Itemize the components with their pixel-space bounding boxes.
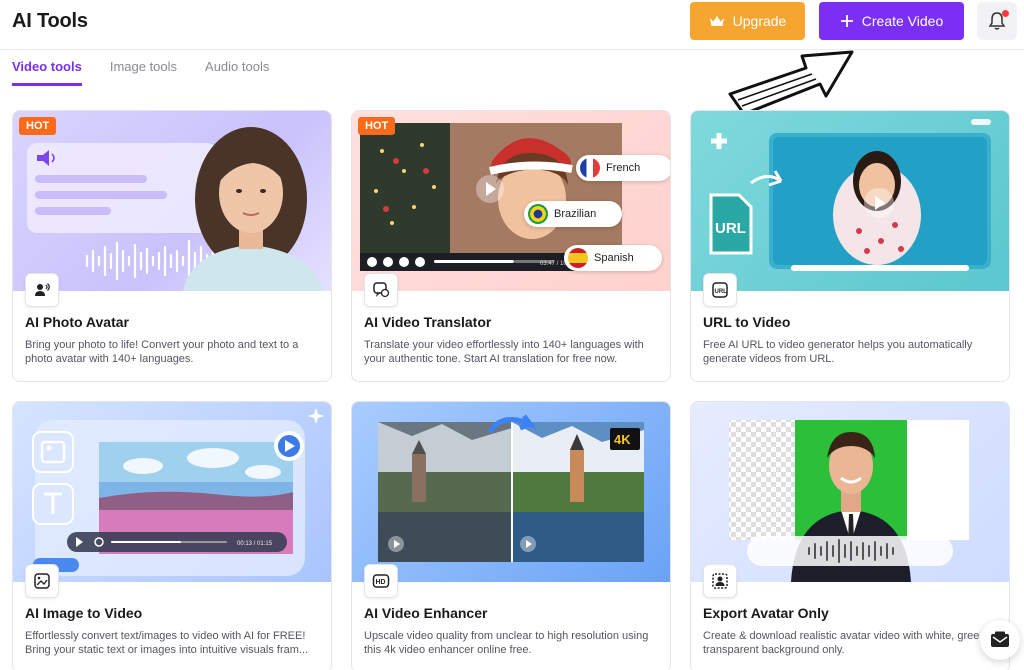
- message-icon: [991, 631, 1009, 647]
- notification-dot: [1002, 10, 1009, 17]
- svg-text:URL: URL: [715, 289, 728, 295]
- card-thumbnail: URL: [691, 111, 1009, 291]
- card-title: AI Video Translator: [364, 314, 492, 330]
- card-ai-image-to-video[interactable]: 00:13 / 01:15 AI Image to Video Effortle…: [12, 401, 332, 670]
- upgrade-button[interactable]: Upgrade: [690, 2, 805, 40]
- annotation-arrow-icon: [728, 50, 854, 116]
- card-title: URL to Video: [703, 314, 791, 330]
- card-description: Free AI URL to video generator helps you…: [703, 339, 973, 365]
- create-video-button[interactable]: Create Video: [819, 2, 964, 40]
- translate-icon: [364, 273, 398, 307]
- card-description: Effortlessly convert text/images to vide…: [25, 630, 309, 656]
- lang-label: Brazilian: [554, 208, 597, 220]
- tab-video-tools[interactable]: Video tools: [12, 58, 82, 86]
- card-thumbnail: [13, 111, 331, 291]
- card-description: Translate your video effortlessly into 1…: [364, 339, 644, 365]
- card-ai-photo-avatar[interactable]: HOT AI Photo Avatar Bring your photo to …: [12, 110, 332, 382]
- plus-icon: [840, 15, 853, 27]
- card-description: Bring your photo to life! Convert your p…: [25, 339, 299, 365]
- tool-tabs: Video tools Image tools Audio tools: [12, 58, 297, 88]
- svg-text:HD: HD: [376, 579, 386, 586]
- card-ai-video-enhancer[interactable]: 4K HD AI Video Enhancer Upscale video qu…: [351, 401, 671, 670]
- card-thumbnail: 4K: [352, 402, 670, 582]
- french-flag-icon: [580, 158, 600, 178]
- card-export-avatar-only[interactable]: Export Avatar Only Create & download rea…: [690, 401, 1010, 670]
- enhancer-4k-badge: 4K: [614, 432, 631, 447]
- url-label: URL: [715, 220, 746, 237]
- lang-label: French: [606, 162, 641, 174]
- card-description: Create & download realistic avatar video…: [703, 630, 993, 656]
- lang-label: Spanish: [594, 252, 634, 264]
- card-thumbnail: 00:13 / 01:15: [13, 402, 331, 582]
- url-icon: URL: [703, 273, 737, 307]
- card-thumbnail: [691, 402, 1009, 582]
- crown-icon: [709, 16, 724, 26]
- tab-audio-tools[interactable]: Audio tools: [205, 58, 269, 86]
- video-time: 00:13 / 01:15: [237, 541, 273, 547]
- card-title: AI Photo Avatar: [25, 314, 129, 330]
- page-title: AI Tools: [12, 10, 88, 32]
- create-video-label: Create Video: [861, 13, 944, 29]
- image-video-icon: [25, 564, 59, 598]
- lang-pill-spanish: Spanish: [564, 245, 662, 271]
- card-title: AI Video Enhancer: [364, 605, 488, 621]
- chat-support-button[interactable]: [980, 620, 1020, 660]
- avatar-export-icon: [703, 564, 737, 598]
- card-title: AI Image to Video: [25, 605, 143, 621]
- lang-pill-french: French: [576, 155, 670, 181]
- card-thumbnail: 03:47 / 10 French Brazilian Spanish: [352, 111, 670, 291]
- card-url-to-video[interactable]: URL URL URL to Video Free AI URL to vide…: [690, 110, 1010, 382]
- spain-flag-icon: [568, 248, 588, 268]
- upgrade-label: Upgrade: [732, 13, 787, 29]
- hot-badge: HOT: [358, 117, 396, 135]
- card-title: Export Avatar Only: [703, 605, 829, 621]
- hd-icon: HD: [364, 564, 398, 598]
- card-ai-video-translator[interactable]: 03:47 / 10 French Brazilian Spanish HOT …: [351, 110, 671, 382]
- card-description: Upscale video quality from unclear to hi…: [364, 630, 649, 656]
- notifications-button[interactable]: [977, 2, 1017, 40]
- video-time: 03:47 / 10: [540, 261, 567, 267]
- tab-image-tools[interactable]: Image tools: [110, 58, 177, 86]
- lang-pill-brazilian: Brazilian: [524, 201, 622, 227]
- avatar-speak-icon: [25, 273, 59, 307]
- brazil-flag-icon: [528, 204, 548, 224]
- top-header: AI Tools Upgrade Create Video: [0, 0, 1024, 50]
- hot-badge: HOT: [19, 117, 57, 135]
